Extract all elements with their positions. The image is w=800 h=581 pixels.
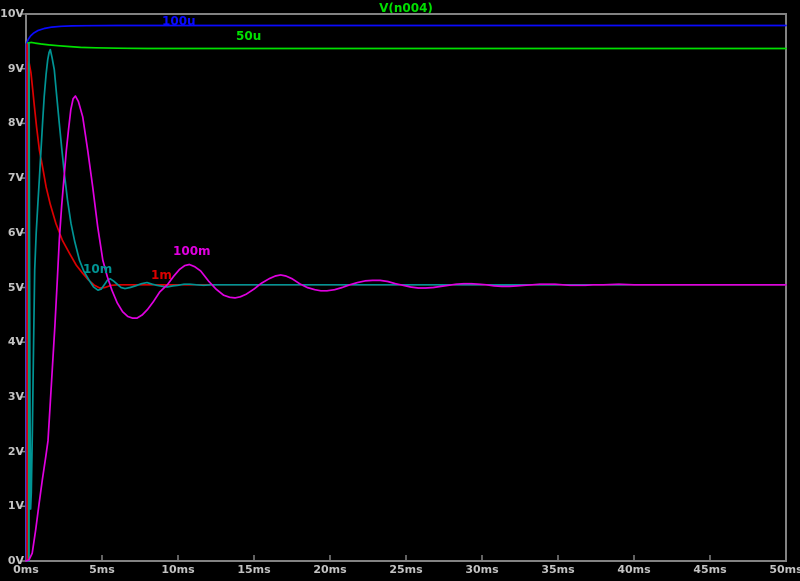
x-axis-tick-label: 20ms bbox=[307, 564, 353, 576]
curve-label-50u: 50u bbox=[236, 30, 261, 42]
x-axis-tick-label: 10ms bbox=[155, 564, 201, 576]
y-axis-tick-label: 6V bbox=[0, 227, 24, 239]
x-axis-tick-label: 25ms bbox=[383, 564, 429, 576]
y-axis-tick-label: 8V bbox=[0, 117, 24, 129]
x-axis-tick-label: 40ms bbox=[611, 564, 657, 576]
y-axis-tick-label: 10V bbox=[0, 8, 24, 20]
trace-100m bbox=[26, 96, 786, 561]
trace-50u bbox=[26, 42, 786, 561]
trace-1m bbox=[26, 44, 786, 561]
x-axis-tick-label: 45ms bbox=[687, 564, 733, 576]
y-axis-tick-label: 4V bbox=[0, 336, 24, 348]
x-axis-tick-label: 30ms bbox=[459, 564, 505, 576]
curve-label-10m: 10m bbox=[83, 263, 112, 275]
waveform-plot-area[interactable] bbox=[0, 0, 800, 581]
y-axis-tick-label: 9V bbox=[0, 63, 24, 75]
x-axis-tick-label: 50ms bbox=[763, 564, 800, 576]
y-axis-tick-label: 2V bbox=[0, 446, 24, 458]
y-axis-tick-label: 7V bbox=[0, 172, 24, 184]
trace-10m bbox=[26, 44, 786, 561]
x-axis-tick-label: 35ms bbox=[535, 564, 581, 576]
curve-label-100u: 100u bbox=[162, 15, 196, 27]
x-axis-tick-label: 15ms bbox=[231, 564, 277, 576]
plot-frame bbox=[26, 14, 786, 561]
curve-label-1m: 1m bbox=[151, 269, 172, 281]
curve-label-100m: 100m bbox=[173, 245, 211, 257]
trace-100u bbox=[26, 26, 786, 562]
y-axis-tick-label: 3V bbox=[0, 391, 24, 403]
ltspice-waveform-window: V(n004) 10V9V8V7V6V5V4V3V2V1V0V0ms5ms10m… bbox=[0, 0, 800, 581]
x-axis-tick-label: 5ms bbox=[79, 564, 125, 576]
y-axis-tick-label: 5V bbox=[0, 282, 24, 294]
y-axis-tick-label: 1V bbox=[0, 500, 24, 512]
x-axis-tick-label: 0ms bbox=[3, 564, 49, 576]
